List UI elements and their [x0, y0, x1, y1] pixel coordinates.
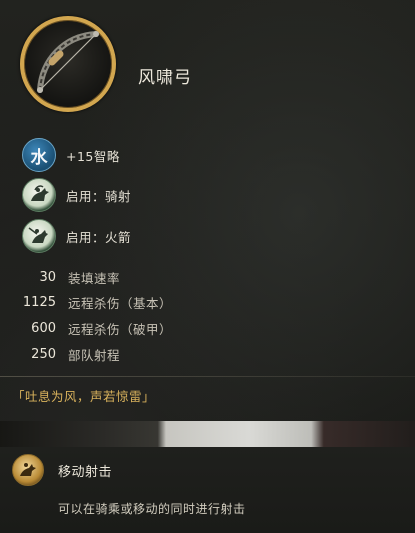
stat-label: 远程杀伤（破甲） — [68, 321, 173, 337]
moving-shot-icon — [12, 454, 44, 486]
skill-description: 可以在骑乘或移动的同时进行射击 — [58, 502, 246, 516]
ability-label: +15智略 — [66, 148, 120, 164]
horse-archer-skill-icon — [22, 178, 56, 212]
stat-value: 30 — [39, 269, 56, 285]
stat-value: 250 — [31, 346, 56, 362]
ability-row-horse-archery: 启用：骑射 — [22, 177, 131, 213]
stat-ranged-damage-ap: 600 远程杀伤（破甲） — [0, 318, 172, 338]
water-element-icon: 水 — [22, 138, 56, 172]
weapon-name: 风啸弓 — [138, 68, 192, 88]
fire-arrow-skill-icon — [22, 219, 56, 253]
skill-panel — [0, 447, 415, 533]
ability-label: 启用：火箭 — [66, 229, 132, 245]
ability-row-fire-arrow: 启用：火箭 — [22, 218, 131, 254]
stat-label: 部队射程 — [68, 347, 121, 363]
bow-icon — [20, 16, 116, 112]
ability-label: 启用：骑射 — [66, 188, 132, 204]
stat-unit-range: 250 部队射程 — [0, 344, 120, 364]
divider — [0, 376, 415, 377]
stat-value: 600 — [31, 320, 56, 336]
ability-row-attribute: 水 +15智略 — [22, 137, 120, 173]
flavor-quote: 「吐息为风，声若惊雷」 — [12, 389, 156, 404]
stat-value: 1125 — [22, 294, 56, 310]
stat-label: 远程杀伤（基本） — [68, 295, 173, 311]
stat-ranged-damage-base: 1125 远程杀伤（基本） — [0, 292, 172, 312]
stat-reload-speed: 30 装填速率 — [0, 267, 120, 287]
skill-name: 移动射击 — [58, 465, 113, 480]
stat-label: 装填速率 — [68, 270, 121, 286]
item-tooltip: 风啸弓 水 +15智略 启用：骑射 启用：火箭 30 装填速率 1125 远程杀… — [0, 0, 415, 533]
background-scene — [0, 421, 415, 447]
